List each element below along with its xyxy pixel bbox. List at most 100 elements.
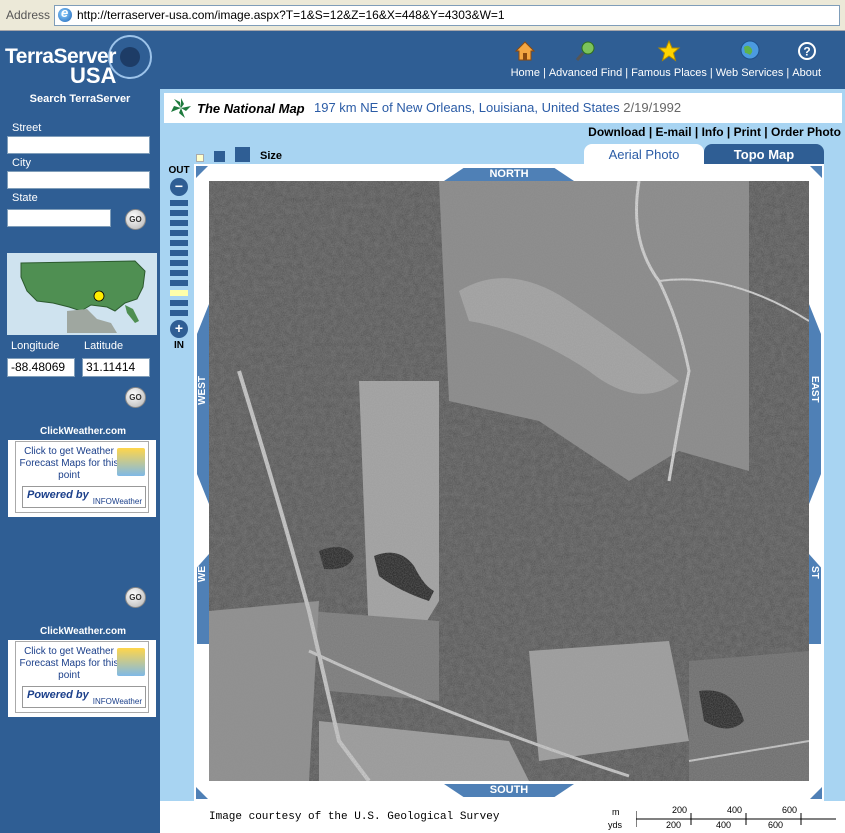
- state-field[interactable]: [7, 209, 111, 227]
- city-field[interactable]: [7, 171, 150, 189]
- location-text: 197 km NE of New Orleans, Louisiana, Uni…: [314, 100, 620, 115]
- latitude-label: Latitude: [84, 340, 124, 352]
- nav-about[interactable]: ? About: [792, 39, 821, 79]
- zoom-level-8[interactable]: [170, 270, 188, 276]
- info-link[interactable]: Info: [702, 125, 724, 139]
- download-link[interactable]: Download: [588, 125, 645, 139]
- tab-topo-map[interactable]: Topo Map: [704, 144, 824, 166]
- street-field[interactable]: [7, 136, 150, 154]
- aerial-photo-image: [209, 181, 809, 781]
- order-photo-link[interactable]: Order Photo: [771, 125, 841, 139]
- top-navigation: Home | Advanced Find | Famous Places | W…: [160, 31, 845, 89]
- weather-title: ClickWeather.com: [8, 426, 158, 440]
- infoweather-text: INFOWeather: [92, 697, 142, 706]
- coords-go-button[interactable]: GO: [125, 387, 146, 408]
- main-panel: The National Map 197 km NE of New Orlean…: [160, 89, 845, 833]
- latitude-field[interactable]: 31.11414: [82, 358, 150, 377]
- nav-separator: |: [709, 67, 713, 79]
- powered-by-badge: Powered by INFOWeather: [22, 686, 146, 708]
- svg-text:?: ?: [803, 45, 810, 59]
- zoom-level-12[interactable]: [170, 310, 188, 316]
- weather-go-button[interactable]: GO: [125, 587, 146, 608]
- scale-unit-yds: yds: [608, 820, 623, 830]
- national-map-logo-icon: [171, 98, 191, 118]
- nav-separator: |: [542, 67, 546, 79]
- location-title: 197 km NE of New Orleans, Louisiana, Uni…: [314, 100, 681, 115]
- pan-northeast-icon[interactable]: [810, 166, 822, 178]
- terraserver-logo[interactable]: TerraServer USA: [0, 31, 160, 89]
- pan-southwest-icon[interactable]: [196, 787, 208, 799]
- weather-title: ClickWeather.com: [8, 626, 158, 640]
- zoom-control: OUT − + IN: [164, 165, 194, 351]
- weather-text: Click to get Weather Forecast Maps for t…: [19, 646, 119, 681]
- print-link[interactable]: Print: [734, 125, 761, 139]
- pan-south-button[interactable]: SOUTH: [444, 784, 574, 797]
- pan-east-lower-button[interactable]: ST: [809, 554, 821, 644]
- size-large-button[interactable]: [235, 147, 250, 162]
- nav-web-services-label[interactable]: Web Services: [716, 67, 784, 79]
- pan-west-button[interactable]: WEST: [197, 304, 209, 504]
- zoom-level-3[interactable]: [170, 220, 188, 226]
- url-field[interactable]: http://terraserver-usa.com/image.aspx?T=…: [54, 4, 840, 26]
- zoom-level-4[interactable]: [170, 230, 188, 236]
- pan-southeast-icon[interactable]: [810, 787, 822, 799]
- globe-icon: [740, 40, 760, 60]
- pan-northwest-icon[interactable]: [196, 166, 208, 178]
- nav-advanced-find-label[interactable]: Advanced Find: [549, 67, 622, 79]
- scale-yds-200: 200: [666, 820, 682, 830]
- zoom-level-10[interactable]: [170, 290, 188, 296]
- size-small-button[interactable]: [196, 154, 204, 162]
- longitude-label: Longitude: [11, 340, 60, 352]
- powered-by-text: Powered by: [27, 489, 89, 501]
- help-icon: ?: [797, 42, 816, 60]
- title-bar: The National Map 197 km NE of New Orlean…: [164, 93, 842, 123]
- weather-text: Click to get Weather Forecast Maps for t…: [19, 446, 119, 481]
- size-medium-button[interactable]: [214, 151, 225, 162]
- locator-map[interactable]: [7, 253, 157, 335]
- nav-about-label[interactable]: About: [792, 67, 821, 79]
- nav-home[interactable]: Home: [511, 39, 540, 79]
- west-label: WEST: [197, 376, 208, 405]
- longitude-field[interactable]: -88.48069: [7, 358, 75, 377]
- zoom-out-button[interactable]: −: [170, 178, 188, 196]
- nav-home-label[interactable]: Home: [511, 67, 540, 79]
- scale-m-200: 200: [672, 805, 688, 815]
- west-partial-label: WE: [197, 566, 208, 583]
- east-label: EAST: [809, 376, 820, 403]
- aerial-photo[interactable]: [209, 181, 809, 781]
- weather-box[interactable]: Click to get Weather Forecast Maps for t…: [15, 441, 149, 513]
- zoom-level-7[interactable]: [170, 260, 188, 266]
- zoom-level-5[interactable]: [170, 240, 188, 246]
- scale-unit-m: m: [612, 807, 620, 817]
- map-footer: Image courtesy of the U.S. Geological Su…: [160, 801, 845, 833]
- address-go-button[interactable]: GO: [125, 209, 146, 230]
- zoom-level-2[interactable]: [170, 210, 188, 216]
- scale-m-400: 400: [727, 805, 743, 815]
- email-link[interactable]: E-mail: [656, 125, 692, 139]
- zoom-in-button[interactable]: +: [170, 320, 188, 338]
- tab-aerial-photo[interactable]: Aerial Photo: [584, 144, 704, 166]
- national-map-brand[interactable]: The National Map: [197, 101, 305, 116]
- weather-widget-1[interactable]: ClickWeather.com Click to get Weather Fo…: [7, 426, 158, 518]
- pan-east-button[interactable]: EAST: [809, 304, 821, 504]
- nav-web-services[interactable]: Web Services: [716, 39, 784, 79]
- nav-famous-places-label[interactable]: Famous Places: [631, 67, 707, 79]
- magnifier-globe-icon: [575, 41, 594, 61]
- nav-advanced-find[interactable]: Advanced Find: [549, 39, 622, 79]
- weather-box[interactable]: Click to get Weather Forecast Maps for t…: [15, 641, 149, 713]
- zoom-level-1[interactable]: [170, 200, 188, 206]
- nav-famous-places[interactable]: Famous Places: [631, 39, 707, 79]
- zoom-level-11[interactable]: [170, 300, 188, 306]
- pan-west-lower-button[interactable]: WE: [197, 554, 209, 644]
- url-text[interactable]: http://terraserver-usa.com/image.aspx?T=…: [77, 8, 505, 22]
- size-selector: Size: [196, 147, 282, 162]
- zoom-level-6[interactable]: [170, 250, 188, 256]
- image-date: 2/19/1992: [623, 100, 682, 115]
- city-label: City: [12, 157, 31, 169]
- zoom-level-bars: [164, 200, 194, 316]
- weather-widget-2[interactable]: ClickWeather.com Click to get Weather Fo…: [7, 626, 158, 718]
- zoom-level-9[interactable]: [170, 280, 188, 286]
- scale-m-600: 600: [782, 805, 798, 815]
- pan-north-button[interactable]: NORTH: [444, 168, 574, 181]
- search-title: Search TerraServer: [29, 93, 131, 105]
